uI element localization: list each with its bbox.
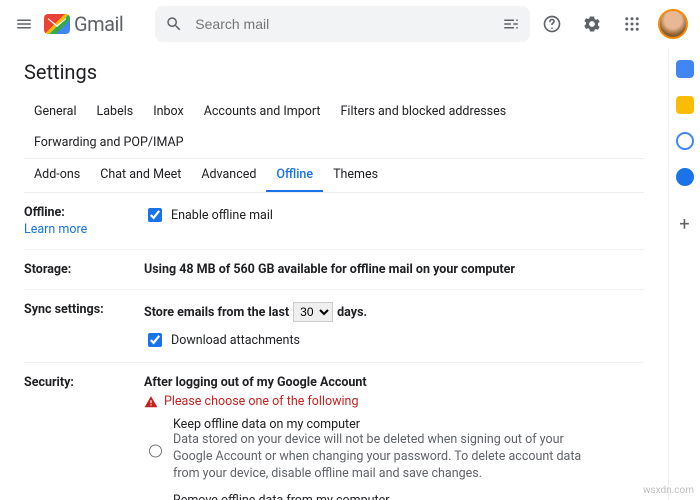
security-heading: After logging out of my Google Account: [144, 375, 644, 390]
offline-label: Offline: Learn more: [24, 205, 144, 237]
sync-days-select[interactable]: 30: [293, 302, 333, 322]
keep-data-title: Keep offline data on my computer: [173, 417, 593, 432]
calendar-addon-icon[interactable]: [676, 60, 694, 78]
security-warning-text: Please choose one of the following: [164, 394, 358, 409]
keep-addon-icon[interactable]: [676, 96, 694, 114]
tab-filters[interactable]: Filters and blocked addresses: [331, 96, 517, 127]
storage-label: Storage:: [24, 262, 144, 277]
page-title: Settings: [24, 60, 644, 84]
download-attachments-text: Download attachments: [171, 333, 300, 348]
warning-triangle-icon: [144, 395, 158, 409]
section-offline: Offline: Learn more Enable offline mail: [24, 193, 644, 250]
search-icon: [165, 15, 183, 33]
tab-labels[interactable]: Labels: [87, 96, 144, 127]
section-security: Security: After logging out of my Google…: [24, 363, 644, 500]
tab-offline[interactable]: Offline: [266, 159, 323, 192]
tab-inbox[interactable]: Inbox: [143, 96, 194, 127]
search-input[interactable]: [193, 15, 492, 33]
add-addon-icon[interactable]: +: [679, 214, 689, 235]
settings-content: Settings General Labels Inbox Accounts a…: [0, 48, 668, 500]
tab-accounts[interactable]: Accounts and Import: [194, 96, 331, 127]
section-sync: Sync settings: Store emails from the las…: [24, 290, 644, 363]
enable-offline-checkbox[interactable]: Enable offline mail: [144, 205, 644, 225]
gmail-logo[interactable]: Gmail: [44, 12, 123, 36]
sync-suffix: days.: [337, 305, 367, 320]
remove-data-radio[interactable]: [149, 495, 162, 500]
learn-more-link[interactable]: Learn more: [24, 222, 144, 237]
search-bar[interactable]: [155, 6, 530, 42]
contacts-addon-icon[interactable]: [676, 168, 694, 186]
enable-offline-text: Enable offline mail: [171, 208, 273, 223]
download-attachments-input[interactable]: [148, 333, 162, 347]
gmail-logo-text: Gmail: [74, 12, 123, 36]
keep-data-option[interactable]: Keep offline data on my computer Data st…: [144, 417, 644, 483]
tab-addons[interactable]: Add-ons: [24, 159, 90, 192]
gmail-logo-icon: [44, 14, 70, 34]
settings-tabs-row2: Add-ons Chat and Meet Advanced Offline T…: [24, 159, 644, 193]
gear-icon[interactable]: [578, 10, 606, 38]
keep-data-radio[interactable]: [149, 419, 162, 483]
security-warning: Please choose one of the following: [144, 394, 644, 409]
tasks-addon-icon[interactable]: [676, 132, 694, 150]
sync-label: Sync settings:: [24, 302, 144, 350]
offline-label-text: Offline:: [24, 205, 65, 220]
apps-grid-icon[interactable]: [618, 10, 646, 38]
tab-chat[interactable]: Chat and Meet: [90, 159, 191, 192]
settings-tabs-row1: General Labels Inbox Accounts and Import…: [24, 96, 644, 159]
tab-advanced[interactable]: Advanced: [191, 159, 266, 192]
header-actions: [538, 9, 688, 39]
hamburger-menu-icon[interactable]: [12, 12, 36, 36]
watermark-text: wsxdn.com: [643, 485, 694, 496]
tab-forwarding[interactable]: Forwarding and POP/IMAP: [24, 127, 194, 158]
remove-data-title: Remove offline data from my computer: [173, 493, 593, 500]
storage-text: Using 48 MB of 560 GB available for offl…: [144, 262, 644, 277]
help-icon[interactable]: [538, 10, 566, 38]
account-avatar[interactable]: [658, 9, 688, 39]
app-header: Gmail: [0, 0, 700, 48]
keep-data-desc: Data stored on your device will not be d…: [173, 432, 593, 483]
tab-general[interactable]: General: [24, 96, 87, 127]
remove-data-option[interactable]: Remove offline data from my computer Dat…: [144, 493, 644, 500]
tab-themes[interactable]: Themes: [323, 159, 388, 192]
security-label: Security:: [24, 375, 144, 500]
search-options-icon[interactable]: [502, 15, 520, 33]
enable-offline-input[interactable]: [148, 208, 162, 222]
download-attachments-checkbox[interactable]: Download attachments: [144, 330, 644, 350]
side-panel: +: [668, 48, 700, 500]
sync-prefix: Store emails from the last: [144, 305, 289, 320]
section-storage: Storage: Using 48 MB of 560 GB available…: [24, 250, 644, 290]
